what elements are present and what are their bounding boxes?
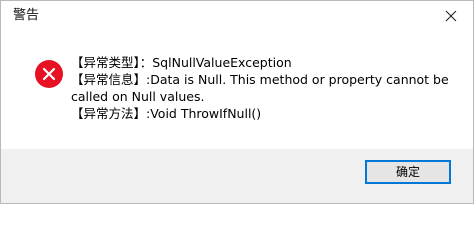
- error-icon: [35, 60, 63, 88]
- error-message: 【异常类型】：SqlNullValueException 【异常信息】:Data…: [71, 54, 466, 122]
- ok-button[interactable]: 确定: [365, 160, 451, 184]
- button-bar: 确定: [1, 149, 473, 203]
- message-dialog: 警告 【异常类型】：SqlNullValueException 【异常信息】:D…: [0, 0, 474, 204]
- close-icon: [445, 10, 457, 22]
- dialog-title: 警告: [13, 8, 40, 23]
- exception-message-line: 【异常信息】:Data is Null. This method or prop…: [71, 72, 449, 104]
- exception-method-line: 【异常方法】:Void ThrowIfNull(): [71, 106, 262, 121]
- title-bar[interactable]: 警告: [1, 1, 473, 31]
- exception-type-line: 【异常类型】：SqlNullValueException: [71, 55, 292, 70]
- close-button[interactable]: [429, 1, 473, 31]
- dialog-body: 【异常类型】：SqlNullValueException 【异常信息】:Data…: [1, 31, 473, 149]
